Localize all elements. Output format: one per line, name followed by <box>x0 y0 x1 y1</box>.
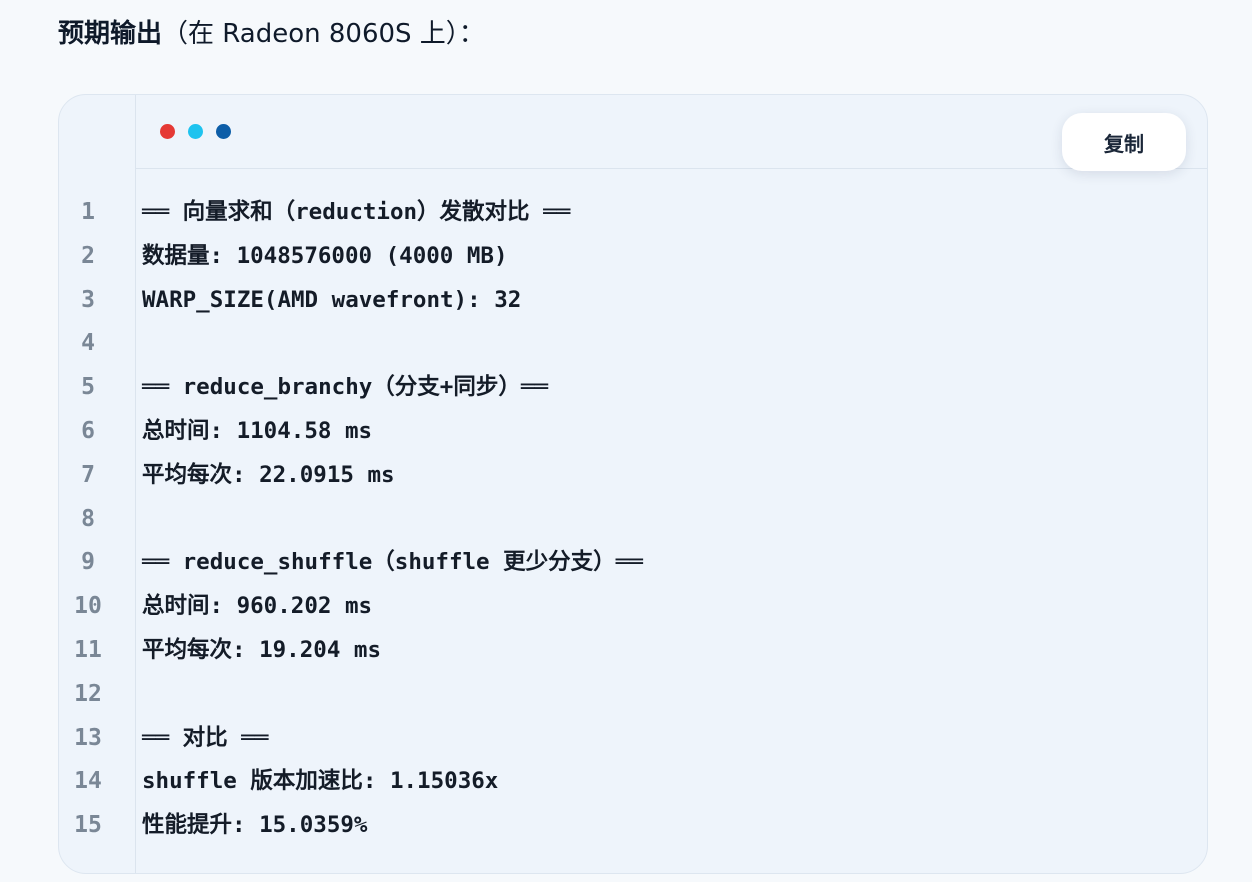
code-line: 10 总时间: 960.202 ms <box>59 585 1207 629</box>
line-number: 6 <box>81 417 95 444</box>
line-number: 11 <box>74 636 102 663</box>
line-number: 7 <box>81 461 95 488</box>
heading-strong-text: 预期输出 <box>58 19 163 49</box>
code-line: 4 <box>59 322 1207 366</box>
code-block: 复制 1 ══ 向量求和（reduction）发散对比 ══ 2 数据量: 1048… <box>58 94 1208 874</box>
line-number: 4 <box>81 330 95 357</box>
code-line: 6 总时间: 1104.58 ms <box>59 410 1207 454</box>
line-number: 14 <box>74 768 102 795</box>
line-number: 8 <box>81 505 95 532</box>
code-line-text: 平均每次: 19.204 ms <box>142 636 382 663</box>
line-number: 9 <box>81 549 95 576</box>
code-line-text: ══ 向量求和（reduction）发散对比 ══ <box>142 199 571 225</box>
code-lines: 1 ══ 向量求和（reduction）发散对比 ══ 2 数据量: 1048576… <box>59 191 1207 848</box>
code-line-text: 平均每次: 22.0915 ms <box>142 461 395 488</box>
blue-dot-icon <box>216 124 231 139</box>
code-line-text: ══ reduce_branchy（分支+同步）══ <box>142 374 548 401</box>
code-line: 8 <box>59 498 1207 542</box>
code-line: 1 ══ 向量求和（reduction）发散对比 ══ <box>59 191 1207 235</box>
code-line-text: ══ reduce_shuffle（shuffle 更少分支）══ <box>142 549 643 576</box>
code-line: 9 ══ reduce_shuffle（shuffle 更少分支）══ <box>59 541 1207 585</box>
code-line: 14 shuffle 版本加速比: 1.15036x <box>59 760 1207 804</box>
cyan-dot-icon <box>188 124 203 139</box>
code-line-text: 性能提升: 15.0359% <box>142 812 368 839</box>
line-number: 10 <box>74 593 102 620</box>
code-line-text: WARP_SIZE(AMD wavefront): 32 <box>142 286 522 313</box>
code-line: 15 性能提升: 15.0359% <box>59 804 1207 848</box>
code-line-text: ══ 对比 ══ <box>142 724 269 751</box>
red-dot-icon <box>160 124 175 139</box>
section-heading: 预期输出（在 Radeon 8060S 上）： <box>58 14 485 54</box>
code-line: 7 平均每次: 22.0915 ms <box>59 454 1207 498</box>
code-line-text: 总时间: 1104.58 ms <box>142 417 373 444</box>
line-number: 12 <box>74 680 102 707</box>
header-divider <box>136 168 1207 169</box>
line-number: 5 <box>81 374 95 401</box>
line-number: 1 <box>81 199 95 225</box>
code-line: 2 数据量: 1048576000 (4000 MB) <box>59 235 1207 279</box>
line-number: 3 <box>81 286 95 313</box>
heading-rest-text: （在 Radeon 8060S 上）： <box>162 19 485 49</box>
code-line-text: 总时间: 960.202 ms <box>142 593 373 620</box>
code-line-text: shuffle 版本加速比: 1.15036x <box>142 768 499 795</box>
code-line: 3 WARP_SIZE(AMD wavefront): 32 <box>59 279 1207 323</box>
code-line-text: 数据量: 1048576000 (4000 MB) <box>142 242 508 269</box>
code-line: 13 ══ 对比 ══ <box>59 717 1207 761</box>
code-line: 12 <box>59 673 1207 717</box>
code-line: 5 ══ reduce_branchy（分支+同步）══ <box>59 366 1207 410</box>
code-line: 11 平均每次: 19.204 ms <box>59 629 1207 673</box>
line-number: 13 <box>74 724 102 751</box>
copy-button[interactable]: 复制 <box>1062 113 1186 171</box>
line-number: 15 <box>74 812 102 839</box>
line-number: 2 <box>81 242 95 269</box>
